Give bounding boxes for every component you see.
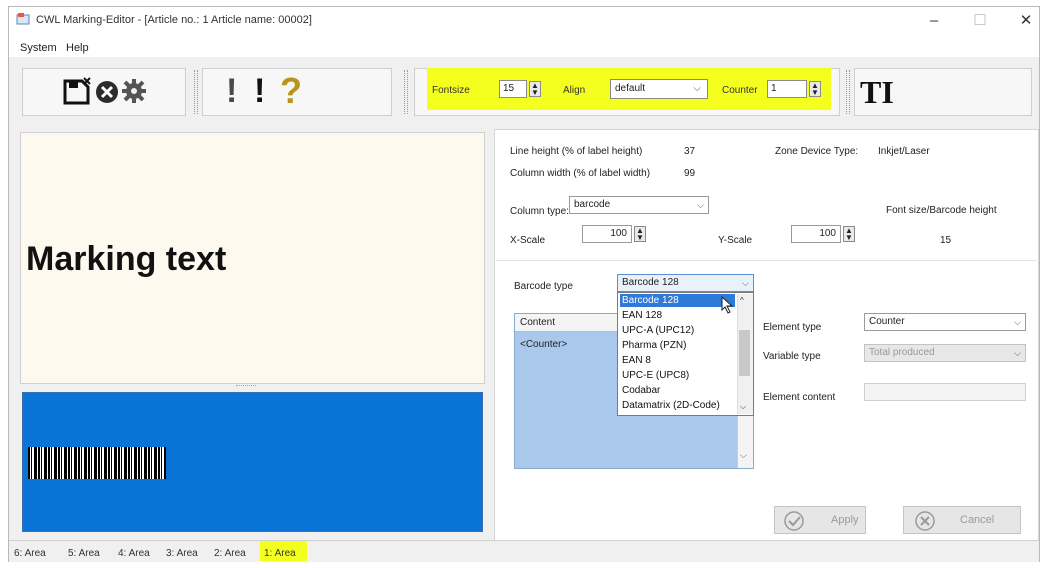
menu-help[interactable]: Help — [66, 42, 89, 54]
align-value: default — [615, 83, 646, 94]
element-type-select[interactable]: Counter ⌵ — [864, 313, 1026, 331]
barcode-option[interactable]: UPC-E (UPC8) — [620, 369, 735, 382]
line-height-value: 37 — [684, 146, 696, 157]
scroll-down-icon[interactable]: ⌵ — [740, 450, 747, 461]
chevron-down-icon: ⌵ — [742, 278, 749, 288]
variable-type-value: Total produced — [869, 347, 935, 358]
barcode-option[interactable]: EAN 128 — [620, 309, 735, 322]
chevron-down-icon: ⌵ — [1014, 317, 1021, 327]
cancel-icon[interactable] — [94, 79, 120, 105]
toolbar-grip[interactable] — [404, 70, 408, 114]
counter-label: Counter — [722, 85, 758, 96]
grid-header-content: Content — [520, 317, 556, 328]
barcode-option[interactable]: Barcode 128 — [620, 294, 735, 307]
apply-button[interactable]: Apply — [774, 506, 866, 534]
barcode-image — [28, 447, 166, 479]
cancel-x-icon — [915, 511, 935, 531]
checkmark-icon — [784, 511, 804, 531]
yscale-spinner[interactable]: ▲ ▼ — [843, 226, 855, 242]
column-width-label: Column width (% of label width) — [510, 168, 651, 179]
chevron-down-icon: ⌵ — [693, 83, 701, 94]
list-scroll-thumb[interactable] — [739, 330, 750, 376]
app-icon — [16, 13, 30, 25]
variable-type-select[interactable]: Total produced ⌵ — [864, 344, 1026, 362]
maximize-button[interactable]: ☐ — [968, 12, 992, 30]
barcode-option[interactable]: EAN 8 — [620, 354, 735, 367]
element-content-input[interactable] — [864, 383, 1026, 401]
font-size-label: Font size/Barcode height — [886, 205, 997, 216]
align-select[interactable]: default ⌵ — [610, 79, 708, 99]
barcode-option[interactable]: Pharma (PZN) — [620, 339, 735, 352]
counter-spinner[interactable]: ▲ ▼ — [809, 81, 821, 97]
menu-bar — [9, 37, 1039, 57]
column-type-select[interactable]: barcode ⌵ — [569, 196, 709, 214]
scroll-down-icon[interactable]: ⌵ — [740, 402, 746, 412]
element-type-label: Element type — [763, 322, 822, 333]
barcode-option[interactable]: Datamatrix (2D-Code) — [620, 399, 735, 412]
splitter-handle[interactable] — [236, 385, 256, 388]
window-title: CWL Marking-Editor - [Article no.: 1 Art… — [36, 14, 312, 26]
barcode-type-label: Barcode type — [514, 281, 573, 292]
chevron-down-icon: ⌵ — [1014, 348, 1021, 358]
area-tab-6[interactable]: 6: Area — [14, 548, 46, 559]
counter-input[interactable]: 1 — [767, 80, 807, 98]
line-height-label: Line height (% of label height) — [510, 146, 643, 157]
zone-device-label: Zone Device Type: — [775, 146, 859, 157]
yscale-input[interactable]: 100 — [791, 225, 841, 243]
alert-icon[interactable]: ! — [254, 72, 265, 111]
toolbar-grip[interactable] — [194, 70, 198, 114]
help-question-icon[interactable]: ? — [280, 70, 302, 112]
scroll-up-icon[interactable]: ^ — [740, 296, 744, 305]
area-tab-1[interactable]: 1: Area — [264, 548, 296, 559]
menu-system[interactable]: System — [20, 42, 57, 54]
yscale-label: Y-Scale — [718, 235, 753, 246]
align-label: Align — [563, 85, 586, 96]
barcode-option[interactable]: Codabar — [620, 384, 735, 397]
text-tool-icon[interactable]: TI — [860, 74, 894, 111]
warning-icon[interactable]: ! — [226, 72, 237, 111]
variable-type-label: Variable type — [763, 351, 821, 362]
xscale-label: X-Scale — [510, 235, 546, 246]
area-tab-4[interactable]: 4: Area — [118, 548, 150, 559]
area-tab-2[interactable]: 2: Area — [214, 548, 246, 559]
apply-label: Apply — [831, 514, 859, 526]
marking-text[interactable]: Marking text — [26, 240, 226, 279]
close-button[interactable]: ✕ — [1014, 12, 1038, 30]
cancel-label: Cancel — [960, 514, 995, 526]
element-type-value: Counter — [869, 316, 905, 327]
cancel-button[interactable]: Cancel — [903, 506, 1021, 534]
close-file-icon[interactable] — [62, 76, 92, 106]
column-type-label: Column type: — [510, 206, 569, 217]
area-tab-5[interactable]: 5: Area — [68, 548, 100, 559]
minimize-button[interactable]: – — [922, 12, 946, 30]
column-width-value: 99 — [684, 168, 696, 179]
toolbar-grip[interactable] — [846, 70, 850, 114]
font-size-value: 15 — [940, 235, 952, 246]
fontsize-input[interactable]: 15 — [499, 80, 527, 98]
grid-row-counter[interactable]: <Counter> — [520, 339, 567, 350]
xscale-spinner[interactable]: ▲ ▼ — [634, 226, 646, 242]
chevron-down-icon: ⌵ — [697, 200, 704, 210]
element-content-label: Element content — [763, 392, 836, 403]
fontsize-label: Fontsize — [432, 85, 470, 96]
area-tab-bar — [9, 540, 1039, 562]
barcode-option[interactable]: UPC-A (UPC12) — [620, 324, 735, 337]
column-type-value: barcode — [574, 199, 611, 210]
xscale-input[interactable]: 100 — [582, 225, 632, 243]
zone-device-value: Inkjet/Laser — [878, 146, 930, 157]
barcode-type-select[interactable]: Barcode 128 ⌵ — [617, 274, 754, 292]
divider — [496, 260, 1037, 261]
settings-gear-icon[interactable] — [120, 77, 148, 105]
area-tab-3[interactable]: 3: Area — [166, 548, 198, 559]
barcode-type-value: Barcode 128 — [622, 277, 679, 288]
mouse-cursor-icon — [721, 296, 734, 314]
fontsize-spinner[interactable]: ▲ ▼ — [529, 81, 541, 97]
